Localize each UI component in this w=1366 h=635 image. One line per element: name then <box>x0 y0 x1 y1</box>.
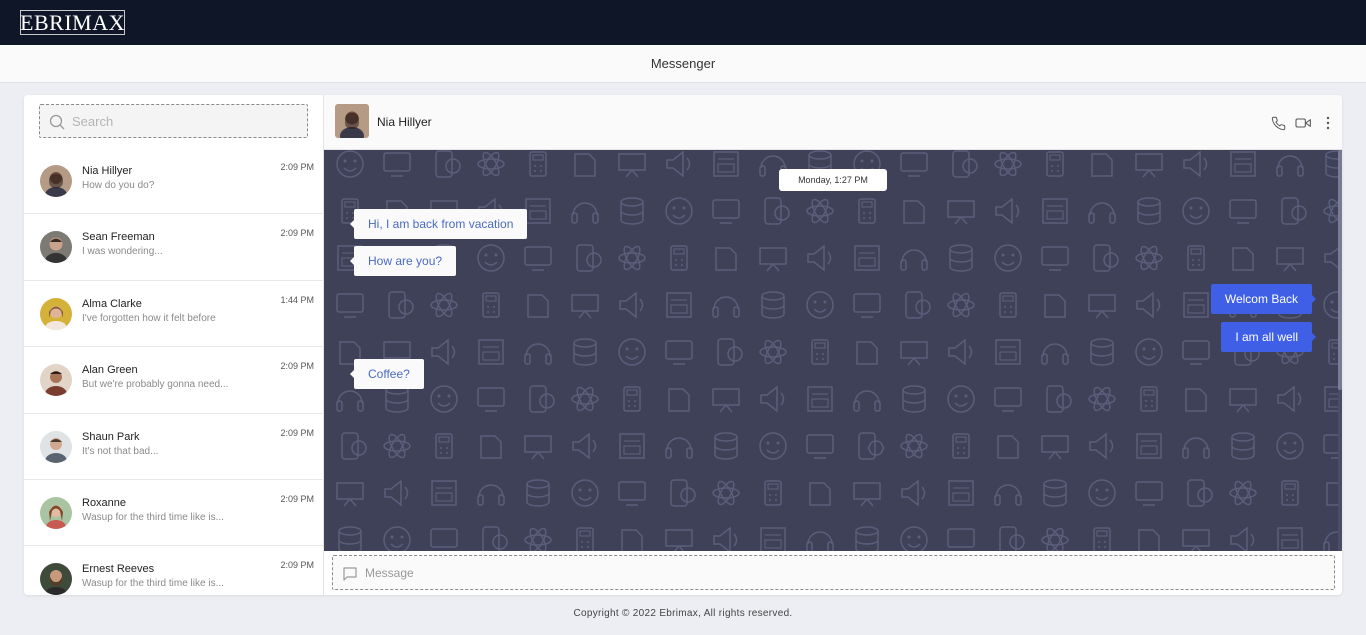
avatar <box>40 563 72 595</box>
date-divider: Monday, 1:27 PM <box>779 169 887 191</box>
outgoing-message: Welcom Back <box>1210 284 1317 314</box>
search-icon <box>49 114 65 130</box>
messenger-card: Nia Hillyer How do you do? 2:09 PM Sean … <box>24 95 1342 595</box>
contact-name: Sean Freeman <box>82 231 155 244</box>
contacts-sidebar: Nia Hillyer How do you do? 2:09 PM Sean … <box>24 95 324 595</box>
contact-time: 2:09 PM <box>280 493 314 504</box>
incoming-message: Hi, I am back from vacation <box>349 209 528 239</box>
message-input[interactable] <box>365 556 1325 589</box>
contact-name: Roxanne <box>82 496 127 509</box>
contact-name: Alma Clarke <box>82 297 142 310</box>
video-icon[interactable] <box>1295 115 1311 131</box>
avatar <box>40 430 72 463</box>
contact-preview: I was wondering... <box>82 246 163 258</box>
avatar <box>40 364 72 397</box>
avatar <box>40 231 72 264</box>
outgoing-message: I am all well <box>1221 322 1316 352</box>
search-input[interactable] <box>72 105 302 137</box>
contact-name: Ernest Reeves <box>82 563 155 576</box>
contact-item-ernest-reeves[interactable]: Ernest Reeves Wasup for the third time l… <box>24 546 324 595</box>
chat-contact-name: Nia Hillyer <box>377 115 432 129</box>
message-composer[interactable] <box>332 555 1335 590</box>
contact-time: 2:09 PM <box>280 427 314 438</box>
contact-time: 2:09 PM <box>280 162 314 172</box>
scrollbar-thumb[interactable] <box>1338 150 1342 390</box>
avatar[interactable] <box>335 104 369 138</box>
contact-preview: How do you do? <box>82 180 155 191</box>
contact-time: 1:44 PM <box>280 294 314 305</box>
contact-name: Alan Green <box>82 364 138 377</box>
contact-item-nia-hillyer[interactable]: Nia Hillyer How do you do? 2:09 PM <box>24 148 324 215</box>
contact-name: Nia Hillyer <box>82 165 133 177</box>
avatar <box>40 297 72 330</box>
avatar <box>40 165 72 197</box>
chat-actions <box>1270 115 1336 131</box>
contact-item-roxanne[interactable]: Roxanne Wasup for the third time like is… <box>24 480 324 547</box>
footer-copyright: Copyright © 2022 Ebrimax, All rights res… <box>573 608 793 619</box>
incoming-message: Coffee? <box>350 359 424 389</box>
top-navbar: EBRIMAX <box>0 0 1366 45</box>
more-vertical-icon[interactable] <box>1320 115 1336 131</box>
incoming-message: How are you? <box>349 246 457 276</box>
search-box[interactable] <box>39 104 308 138</box>
contact-item-shaun-park[interactable]: Shaun Park It's not that bad... 2:09 PM <box>24 414 324 480</box>
contact-preview: It's not that bad... <box>82 445 159 457</box>
contact-preview: But we're probably gonna need... <box>82 379 229 391</box>
contact-time: 2:09 PM <box>280 361 314 372</box>
avatar <box>40 496 72 529</box>
contact-preview: Wasup for the third time like is... <box>82 511 224 523</box>
contact-name: Shaun Park <box>82 430 140 443</box>
message-icon <box>343 567 357 581</box>
contact-preview: Wasup for the third time like is... <box>82 578 224 590</box>
contact-time: 2:09 PM <box>280 228 314 239</box>
chat-header: Nia Hillyer <box>324 95 1342 150</box>
page-header: Messenger <box>0 45 1366 83</box>
brand-logo[interactable]: EBRIMAX <box>20 10 125 35</box>
contact-list: Nia Hillyer How do you do? 2:09 PM Sean … <box>24 148 324 595</box>
contact-item-alan-green[interactable]: Alan Green But we're probably gonna need… <box>24 347 324 414</box>
brand-logo-text: EBRIMAX <box>20 9 125 35</box>
chat-panel: Nia Hillyer Monday, 1:27 PM Hi, I am bac… <box>324 95 1342 595</box>
phone-icon[interactable] <box>1270 115 1286 131</box>
contact-time: 2:09 PM <box>280 560 314 571</box>
scrollbar[interactable] <box>1338 150 1342 551</box>
page-title: Messenger <box>650 56 716 71</box>
contact-item-alma-clarke[interactable]: Alma Clarke I've forgotten how it felt b… <box>24 281 324 348</box>
message-area[interactable]: Monday, 1:27 PM Hi, I am back from vacat… <box>324 150 1342 551</box>
contact-item-sean-freeman[interactable]: Sean Freeman I was wondering... 2:09 PM <box>24 214 324 281</box>
contact-preview: I've forgotten how it felt before <box>82 312 216 324</box>
